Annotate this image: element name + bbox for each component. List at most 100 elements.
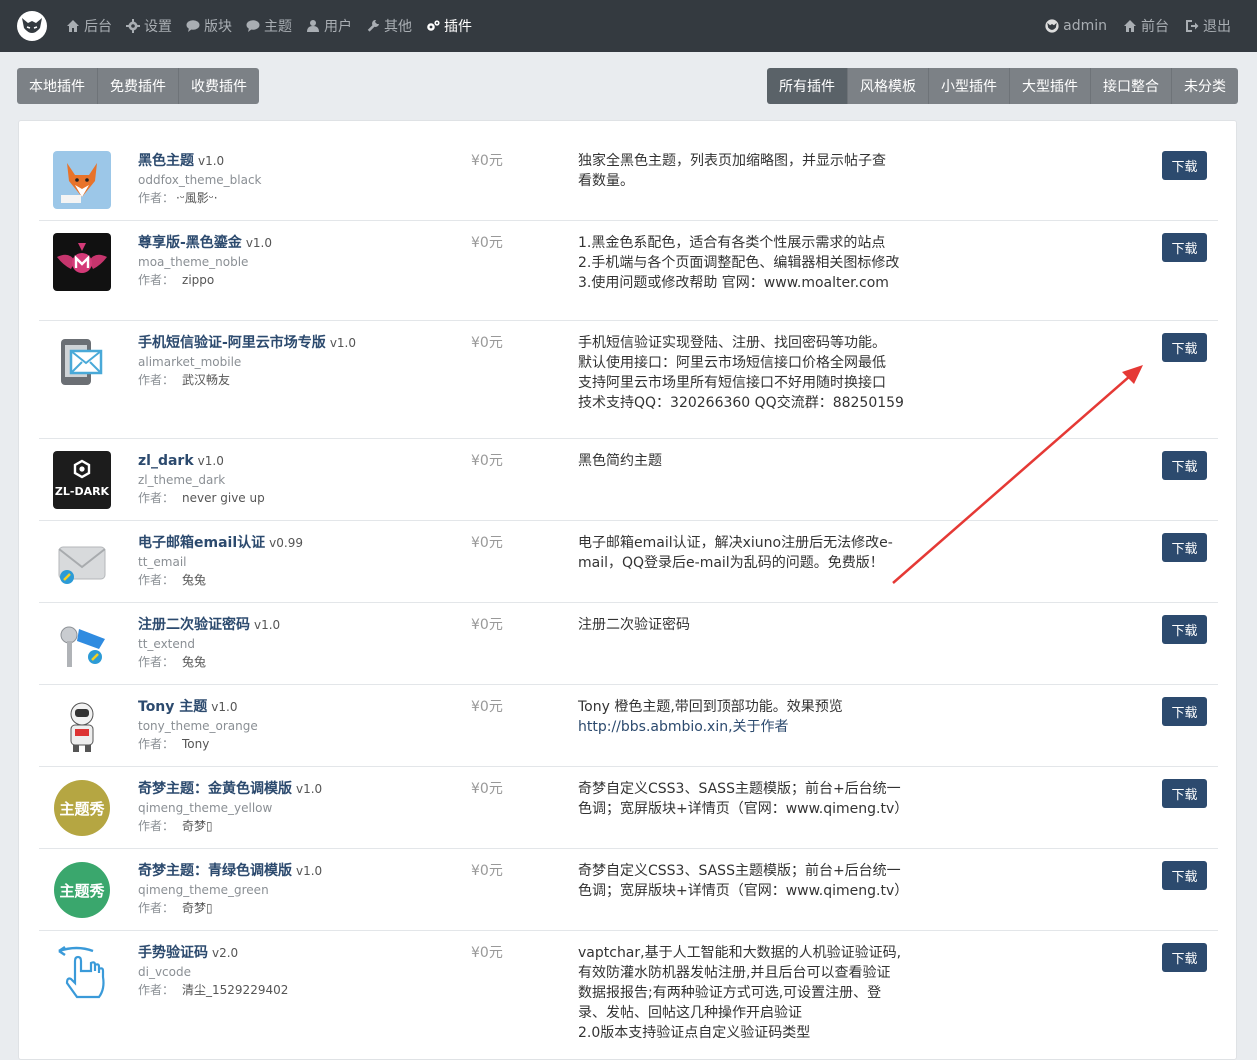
nav-item-plugins[interactable]: 插件 bbox=[426, 16, 472, 36]
plugin-version: v1.0 bbox=[296, 782, 323, 796]
author-label: 作者： bbox=[138, 655, 175, 669]
plugin-title[interactable]: zl_dark bbox=[138, 453, 194, 469]
plugin-price: ¥0元 bbox=[471, 863, 503, 879]
desc-line: 2.0版本支持验证点自定义验证码类型 bbox=[578, 1025, 811, 1041]
key-icon bbox=[53, 615, 111, 673]
nav-label: 其他 bbox=[384, 19, 412, 35]
plugin-row: 注册二次验证密码 v1.0 tt_extend 作者： 兔兔 ¥0元 注册二次验证密… bbox=[39, 603, 1218, 685]
plugin-row: 手机短信验证-阿里云市场专版 v1.0 alimarket_mobile 作者： 武… bbox=[39, 321, 1218, 439]
plugin-list: 黑色主题 v1.0 oddfox_theme_black 作者： ·ᵕ風影ᵕ· ¥0… bbox=[18, 120, 1237, 1060]
author-label: 作者： bbox=[138, 819, 175, 833]
plugin-title[interactable]: 注册二次验证密码 bbox=[138, 617, 250, 633]
zl-dark-logo-text: ZL-DARK bbox=[55, 485, 110, 498]
author-label: 作者： bbox=[138, 373, 175, 387]
plugin-price: ¥0元 bbox=[471, 453, 503, 469]
plugin-row: 尊享版-黑色鎏金 v1.0 moa_theme_noble 作者： zippo ¥0… bbox=[39, 221, 1218, 321]
nav-item-logout[interactable]: 退出 bbox=[1185, 16, 1231, 36]
logo-icon[interactable] bbox=[16, 10, 48, 42]
wrench-icon bbox=[367, 19, 379, 32]
plugin-title[interactable]: 手势验证码 bbox=[138, 945, 208, 961]
tab-style-templates[interactable]: 风格模板 bbox=[848, 68, 929, 104]
nav-label: 插件 bbox=[444, 19, 472, 35]
plugin-desc: 黑色简约主题 bbox=[578, 451, 938, 471]
plugin-title[interactable]: 电子邮箱email认证 bbox=[138, 535, 265, 551]
tab-large-plugins[interactable]: 大型插件 bbox=[1010, 68, 1091, 104]
download-button[interactable]: 下载 bbox=[1162, 943, 1207, 972]
nav-item-forums[interactable]: 版块 bbox=[186, 16, 232, 36]
download-button[interactable]: 下载 bbox=[1162, 861, 1207, 890]
plugin-desc: 奇梦自定义CSS3、SASS主题模版；前台+后台统一 色调；宽屏版块+详情页（官… bbox=[578, 779, 938, 819]
desc-line: mail，QQ登录后e-mail为乱码的问题。免费版！ bbox=[578, 555, 884, 571]
download-button[interactable]: 下载 bbox=[1162, 451, 1207, 480]
plugin-row: 主题秀 奇梦主题：金黄色调模版 v1.0 qimeng_theme_yellow … bbox=[39, 767, 1218, 849]
download-button[interactable]: 下载 bbox=[1162, 333, 1207, 362]
download-button[interactable]: 下载 bbox=[1162, 697, 1207, 726]
plugin-title[interactable]: 手机短信验证-阿里云市场专版 bbox=[138, 335, 326, 351]
author-label: 作者： bbox=[138, 573, 175, 587]
nav-item-admin[interactable]: admin bbox=[1045, 18, 1107, 34]
cogs-icon bbox=[427, 20, 440, 31]
desc-line: 注册二次验证密码 bbox=[578, 617, 690, 633]
plugin-title[interactable]: 奇梦主题：金黄色调模版 bbox=[138, 781, 292, 797]
plugin-dir: zl_theme_dark bbox=[138, 473, 226, 487]
source-tabs: 本地插件 免费插件 收费插件 bbox=[17, 68, 259, 104]
tab-small-plugins[interactable]: 小型插件 bbox=[929, 68, 1010, 104]
download-button[interactable]: 下载 bbox=[1162, 233, 1207, 262]
plugin-dir: qimeng_theme_yellow bbox=[138, 801, 273, 815]
desc-line: 默认使用接口：阿里云市场短信接口价格全网最低 bbox=[578, 355, 886, 371]
plugin-price: ¥0元 bbox=[471, 153, 503, 169]
nav-label: 版块 bbox=[204, 19, 232, 35]
author-label: 作者： bbox=[138, 191, 169, 205]
plugin-row: 手势验证码 v2.0 di_vcode 作者： 清尘_1529229402 ¥0元 … bbox=[39, 931, 1218, 1059]
desc-line: 黑色简约主题 bbox=[578, 453, 662, 469]
plugin-row: 电子邮箱email认证 v0.99 tt_email 作者： 兔兔 ¥0元 电子邮箱… bbox=[39, 521, 1218, 603]
nav-label: 用户 bbox=[324, 19, 352, 35]
nav-label: 退出 bbox=[1203, 19, 1231, 35]
tab-free-plugins[interactable]: 免费插件 bbox=[98, 68, 179, 104]
nav-item-settings[interactable]: 设置 bbox=[126, 16, 172, 36]
desc-line: 奇梦自定义CSS3、SASS主题模版；前台+后台统一 bbox=[578, 863, 901, 879]
tab-all-plugins[interactable]: 所有插件 bbox=[767, 68, 848, 104]
plugin-price: ¥0元 bbox=[471, 781, 503, 797]
nav-item-backend[interactable]: 后台 bbox=[66, 16, 112, 36]
author-label: 作者： bbox=[138, 983, 175, 997]
plugin-row: 黑色主题 v1.0 oddfox_theme_black 作者： ·ᵕ風影ᵕ· ¥0… bbox=[39, 139, 1218, 221]
download-button[interactable]: 下载 bbox=[1162, 533, 1207, 562]
plugin-author: zippo bbox=[182, 273, 215, 287]
download-button[interactable]: 下载 bbox=[1162, 151, 1207, 180]
comment-icon bbox=[186, 20, 200, 32]
plugin-author: 兔兔 bbox=[182, 573, 207, 587]
author-label: 作者： bbox=[138, 901, 175, 915]
plugin-desc: Tony 橙色主题,带回到顶部功能。效果预览 http://bbs.abmbio… bbox=[578, 697, 938, 737]
nav-item-other[interactable]: 其他 bbox=[366, 16, 412, 36]
zl-dark-logo-icon: ZL-DARK bbox=[53, 451, 111, 509]
plugin-version: v1.0 bbox=[296, 864, 323, 878]
download-button[interactable]: 下载 bbox=[1162, 779, 1207, 808]
seal-yellow-icon: 主题秀 bbox=[53, 779, 111, 837]
plugin-title[interactable]: 奇梦主题：青绿色调模版 bbox=[138, 863, 292, 879]
plugin-title[interactable]: 尊享版-黑色鎏金 bbox=[138, 235, 242, 251]
desc-line: 录、发帖、回帖这几种操作开启验证 bbox=[578, 1005, 802, 1021]
download-button[interactable]: 下载 bbox=[1162, 615, 1207, 644]
plugin-title[interactable]: Tony 主题 bbox=[138, 699, 207, 715]
plugin-price: ¥0元 bbox=[471, 945, 503, 961]
plugin-title[interactable]: 黑色主题 bbox=[138, 153, 194, 169]
nav-item-frontend[interactable]: 前台 bbox=[1123, 16, 1169, 36]
tab-interface-integration[interactable]: 接口整合 bbox=[1091, 68, 1172, 104]
plugin-version: v0.99 bbox=[269, 536, 303, 550]
nav-item-threads[interactable]: 主题 bbox=[246, 16, 292, 36]
plugin-version: v1.0 bbox=[197, 454, 224, 468]
desc-line: 有效防灌水防机器发帖注册,并且后台可以查看验证 bbox=[578, 965, 891, 981]
author-label: 作者： bbox=[138, 737, 175, 751]
plugin-dir: qimeng_theme_green bbox=[138, 883, 269, 897]
envelope-icon bbox=[53, 533, 111, 591]
plugin-dir: moa_theme_noble bbox=[138, 255, 249, 269]
nav-item-users[interactable]: 用户 bbox=[306, 16, 352, 36]
tab-paid-plugins[interactable]: 收费插件 bbox=[179, 68, 259, 104]
fox-icon bbox=[53, 151, 111, 209]
tab-local-plugins[interactable]: 本地插件 bbox=[17, 68, 98, 104]
desc-line: 手机短信验证实现登陆、注册、找回密码等功能。 bbox=[578, 335, 886, 351]
plugin-author: 武汉畅友 bbox=[182, 373, 231, 387]
desc-line: 1.黑金色系配色，适合有各类个性展示需求的站点 bbox=[578, 235, 886, 251]
tab-uncategorized[interactable]: 未分类 bbox=[1172, 68, 1238, 104]
